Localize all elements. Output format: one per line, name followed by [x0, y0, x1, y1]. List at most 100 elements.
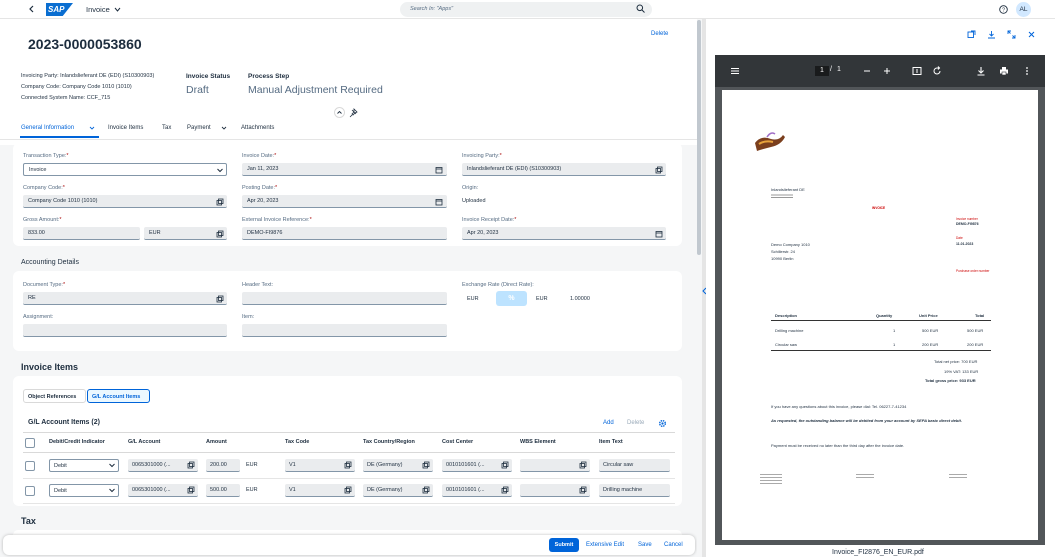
save-button[interactable]: Save: [638, 542, 652, 548]
value-help-icon[interactable]: [344, 486, 352, 494]
origin-label: Origin:: [462, 185, 479, 191]
amount-field[interactable]: 500.00: [206, 484, 240, 497]
settings-icon[interactable]: [658, 419, 667, 428]
menu-icon[interactable]: [730, 66, 740, 76]
value-help-icon[interactable]: [579, 461, 587, 469]
submit-button[interactable]: Submit: [549, 538, 579, 552]
value-help-icon[interactable]: [187, 461, 195, 469]
column-header: Debit/Credit Indicator: [49, 439, 105, 445]
pdf-filename: Invoice_FI2876_EN_EUR.pdf: [832, 549, 924, 556]
value-help-icon[interactable]: [655, 166, 663, 174]
chevron-down-icon[interactable]: [114, 6, 121, 13]
invoicing-party-label: Invoicing Party:*: [462, 153, 502, 159]
chevron-down-icon[interactable]: [221, 125, 227, 131]
value-help-icon[interactable]: [579, 486, 587, 494]
currency-field[interactable]: EUR: [144, 227, 227, 240]
rate-toggle-button[interactable]: %: [496, 291, 527, 306]
tab-attachments[interactable]: Attachments: [241, 125, 274, 131]
back-icon[interactable]: [27, 4, 37, 14]
open-in-new-window-icon[interactable]: [967, 30, 976, 39]
external-reference-field[interactable]: DEMO-FI9876: [242, 227, 447, 240]
posting-date-field[interactable]: Apr 20, 2023: [242, 195, 447, 208]
value-help-icon[interactable]: [187, 486, 195, 494]
download-icon[interactable]: [976, 66, 986, 76]
value-help-icon[interactable]: [344, 461, 352, 469]
pdf-date: 11.01.2023: [956, 242, 974, 246]
page-title: 2023-0000053860: [28, 36, 142, 52]
value-help-icon[interactable]: [501, 486, 509, 494]
collapse-header-button[interactable]: [334, 107, 345, 118]
fullscreen-icon[interactable]: [1007, 30, 1016, 39]
object-references-segment[interactable]: Object References: [23, 389, 86, 403]
select-all-checkbox[interactable]: [25, 438, 35, 448]
invoice-date-field[interactable]: Jan 11, 2023: [242, 163, 447, 176]
gl-account-items-segment[interactable]: G/L Account Items: [87, 389, 150, 403]
scrollbar-thumb[interactable]: [697, 20, 701, 255]
download-icon[interactable]: [987, 30, 996, 39]
document-type-field[interactable]: RE: [23, 292, 227, 305]
value-help-icon[interactable]: [216, 198, 224, 206]
item-text-field[interactable]: Drilling machine: [599, 484, 670, 497]
delete-button[interactable]: Delete: [651, 31, 668, 37]
receipt-date-label: Invoice Receipt Date:*: [462, 217, 517, 223]
assignment-field[interactable]: [23, 324, 227, 337]
value-help-icon[interactable]: [422, 486, 430, 494]
tab-invoice-items[interactable]: Invoice Items: [108, 125, 143, 131]
item-field[interactable]: [242, 324, 447, 337]
close-icon[interactable]: [1027, 30, 1036, 39]
row-checkbox[interactable]: [25, 461, 35, 471]
tab-tax[interactable]: Tax: [162, 125, 171, 131]
zoom-out-icon[interactable]: [862, 66, 872, 76]
pdf-item-unit: 500 EUR: [922, 328, 939, 333]
pin-icon[interactable]: [349, 108, 359, 118]
tab-payment[interactable]: Payment: [187, 125, 211, 131]
rotate-icon[interactable]: [932, 66, 942, 76]
calendar-icon[interactable]: [655, 230, 663, 238]
amount-field[interactable]: 200.00: [206, 459, 240, 472]
header-text-field[interactable]: [242, 292, 447, 305]
value-help-icon[interactable]: [501, 461, 509, 469]
connected-system-info: Connected System Name: CCF_715: [21, 95, 111, 101]
extensive-edit-button[interactable]: Extensive Edit: [586, 542, 624, 548]
value-help-icon[interactable]: [216, 295, 224, 303]
pdf-recipient-line: Demo Company 1010: [771, 242, 810, 247]
chevron-down-icon[interactable]: [89, 125, 95, 131]
calendar-icon[interactable]: [435, 198, 443, 206]
pdf-item-desc: Circular saw: [775, 342, 798, 347]
row-checkbox[interactable]: [25, 486, 35, 496]
help-icon[interactable]: ?: [999, 5, 1008, 14]
company-code-field[interactable]: Company Code 1010 (1010): [23, 195, 227, 208]
pdf-date-label: Date: [956, 236, 963, 240]
page-number-input[interactable]: 1: [815, 66, 829, 76]
pdf-vat: 19% VAT: 133 EUR: [944, 369, 979, 374]
app-title[interactable]: Invoice: [86, 5, 110, 14]
transaction-type-label: Transaction Type:*: [23, 153, 69, 159]
add-button[interactable]: Add: [603, 420, 614, 426]
tab-general-information[interactable]: General Information: [21, 125, 74, 131]
transaction-type-select[interactable]: Invoice: [23, 163, 227, 176]
pdf-questions-text: If you have any questions about this inv…: [771, 404, 907, 409]
invoicing-party-field[interactable]: Inlandslieferant DE (EDI) (S10300903): [462, 163, 666, 176]
fit-page-icon[interactable]: [912, 66, 922, 76]
zoom-in-icon[interactable]: [882, 66, 892, 76]
process-step-label: Process Step: [248, 73, 290, 80]
avatar[interactable]: AL: [1016, 2, 1031, 17]
search-icon[interactable]: [636, 4, 645, 13]
print-icon[interactable]: [999, 66, 1009, 76]
item-text-field[interactable]: Circular saw: [599, 459, 670, 472]
pdf-item-total: 500 EUR: [967, 328, 984, 333]
delete-item-button[interactable]: Delete: [627, 420, 644, 426]
amount-currency: EUR: [246, 487, 258, 493]
value-help-icon[interactable]: [422, 461, 430, 469]
more-options-icon[interactable]: [1022, 66, 1032, 76]
pdf-invoice-number-label: Invoice number: [956, 217, 978, 221]
receipt-date-field[interactable]: Apr 20, 2023: [462, 227, 666, 240]
chevron-down-icon[interactable]: [108, 486, 116, 494]
chevron-down-icon[interactable]: [216, 166, 224, 174]
gross-amount-field[interactable]: 833.00: [23, 227, 140, 240]
value-help-icon[interactable]: [216, 230, 224, 238]
cancel-button[interactable]: Cancel: [664, 542, 683, 548]
chevron-down-icon[interactable]: [108, 461, 116, 469]
column-header: Tax Country/Region: [363, 439, 415, 445]
calendar-icon[interactable]: [435, 166, 443, 174]
